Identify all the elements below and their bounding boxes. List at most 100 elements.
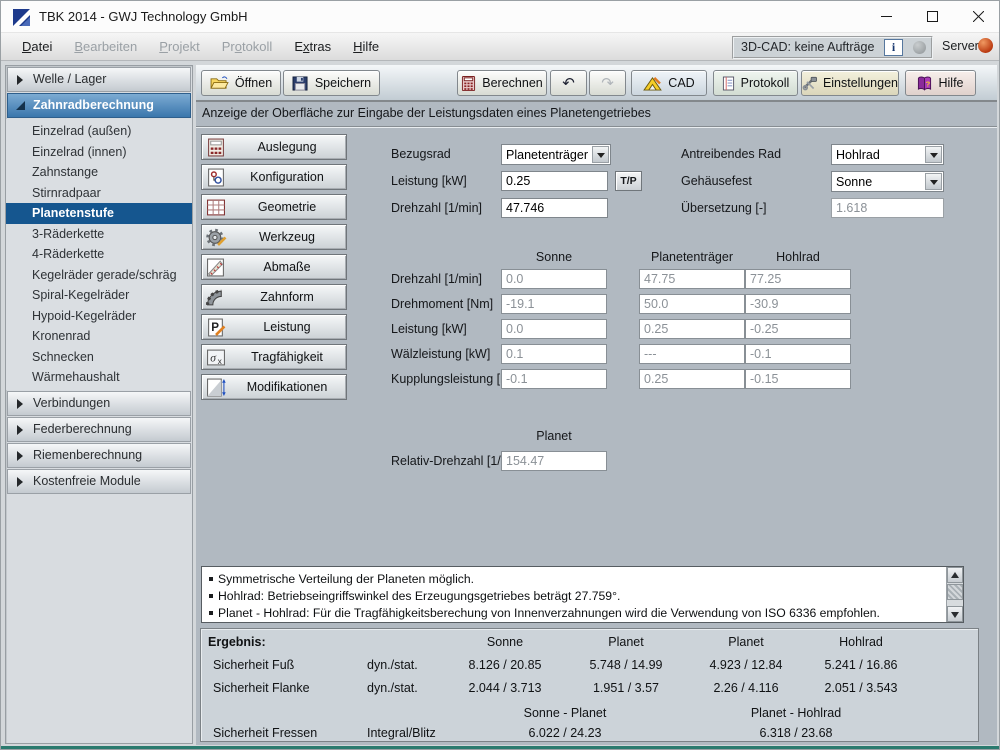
app-window: TBK 2014 - GWJ Technology GmbH Datei Bea… xyxy=(0,0,1000,750)
relativ-drehzahl-field: 154.47 xyxy=(501,451,607,471)
gehaeusefest-label: Gehäusefest xyxy=(681,174,752,188)
column-header-sonne: Sonne xyxy=(501,250,607,264)
menu-bearbeiten: Bearbeiten xyxy=(63,33,148,61)
menu-datei[interactable]: Datei xyxy=(11,33,63,61)
sidebar-group-federberechnung[interactable]: Federberechnung xyxy=(7,417,191,442)
fuss-hohlrad-value: 5.241 / 16.86 xyxy=(806,658,916,672)
results-header-planet-1: Planet xyxy=(571,635,681,649)
sidebar-item-hypoid-kegelraeder[interactable]: Hypoid-Kegelräder xyxy=(6,306,192,327)
sicherheit-fuss-method: dyn./stat. xyxy=(367,658,418,672)
menu-extras[interactable]: Extras xyxy=(283,33,342,61)
cad-button[interactable]: CAD xyxy=(631,70,707,96)
fressen-sonne-planet-value: 6.022 / 24.23 xyxy=(480,726,650,740)
save-floppy-icon xyxy=(292,76,309,91)
results-header-hohlrad: Hohlrad xyxy=(806,635,916,649)
drehmoment-sonne-field: -19.1 xyxy=(501,294,607,314)
calculate-button[interactable]: Berechnen xyxy=(457,70,547,96)
row-label-leistung: Leistung [kW] xyxy=(391,322,467,336)
nav-button-leistung[interactable]: P Leistung xyxy=(201,314,347,340)
sidebar-item-kegelraeder[interactable]: Kegelräder gerade/schräg xyxy=(6,265,192,286)
nav-button-zahnform[interactable]: Zahnform xyxy=(201,284,347,310)
calculator-icon xyxy=(461,76,476,91)
sicherheit-flanke-label: Sicherheit Flanke xyxy=(213,681,310,695)
scroll-down-button[interactable] xyxy=(947,606,963,622)
column-header-planetentraeger: Planetenträger xyxy=(639,250,745,264)
nav-button-werkzeug[interactable]: Werkzeug xyxy=(201,224,347,250)
sicherheit-fuss-label: Sicherheit Fuß xyxy=(213,658,294,672)
kupplungsleistung-sonne-field: -0.1 xyxy=(501,369,607,389)
results-header-sonne: Sonne xyxy=(450,635,560,649)
help-button[interactable]: ? Hilfe xyxy=(905,70,976,96)
sidebar-item-3-raederkette[interactable]: 3-Räderkette xyxy=(6,224,192,245)
chevron-right-icon xyxy=(17,399,23,409)
drehzahl-input[interactable] xyxy=(501,198,608,218)
flanke-hohlrad-value: 2.051 / 3.543 xyxy=(806,681,916,695)
row-label-waelzleistung: Wälzleistung [kW] xyxy=(391,347,490,361)
planet-header: Planet xyxy=(501,429,607,443)
nav-button-abmasse[interactable]: Abmaße xyxy=(201,254,347,280)
sidebar-item-einzelrad-innen[interactable]: Einzelrad (innen) xyxy=(6,142,192,163)
page-subtitle: Anzeige der Oberfläche zur Eingabe der L… xyxy=(196,102,997,127)
sidebar-item-zahnstange[interactable]: Zahnstange xyxy=(6,162,192,183)
antreibendes-rad-select[interactable]: Hohlrad xyxy=(831,144,944,165)
flanke-planet2-value: 2.26 / 4.116 xyxy=(691,681,801,695)
protocol-button[interactable]: Protokoll xyxy=(713,70,798,96)
leistung-planetentraeger-field: 0.25 xyxy=(639,319,745,339)
row-label-drehzahl: Drehzahl [1/min] xyxy=(391,272,482,286)
nav-button-geometrie[interactable]: Geometrie xyxy=(201,194,347,220)
sidebar-item-spiral-kegelraeder[interactable]: Spiral-Kegelräder xyxy=(6,285,192,306)
sidebar: Welle / Lager Zahnradberechnung Einzelra… xyxy=(5,65,193,744)
leistung-input[interactable] xyxy=(501,171,608,191)
tools-icon xyxy=(802,76,817,91)
calculator-icon xyxy=(205,138,227,157)
bullet-icon xyxy=(209,611,213,615)
open-button[interactable]: Öffnen xyxy=(201,70,281,96)
sidebar-item-kronenrad[interactable]: Kronenrad xyxy=(6,326,192,347)
nav-button-modifikationen[interactable]: Modifikationen xyxy=(201,374,347,400)
chevron-down-icon xyxy=(925,173,942,190)
minimize-button[interactable] xyxy=(863,1,909,32)
close-button[interactable] xyxy=(955,1,1000,32)
save-button[interactable]: Speichern xyxy=(283,70,380,96)
fuss-planet1-value: 5.748 / 14.99 xyxy=(571,658,681,672)
sidebar-item-schnecken[interactable]: Schnecken xyxy=(6,347,192,368)
sidebar-group-riemenberechnung[interactable]: Riemenberechnung xyxy=(7,443,191,468)
sidebar-group-zahnradberechnung[interactable]: Zahnradberechnung xyxy=(7,93,191,118)
p-pencil-icon: P xyxy=(205,318,227,337)
ruler-icon xyxy=(205,258,227,277)
chevron-down-icon xyxy=(592,146,609,163)
sidebar-group-welle-lager[interactable]: Welle / Lager xyxy=(7,67,191,92)
info-button[interactable]: i xyxy=(884,39,903,56)
sicherheit-fressen-method: Integral/Blitz xyxy=(367,726,436,740)
drehzahl-hohlrad-field: 77.25 xyxy=(745,269,851,289)
sidebar-item-planetenstufe[interactable]: Planetenstufe xyxy=(6,203,192,224)
scroll-up-button[interactable] xyxy=(947,567,963,583)
nav-button-tragfaehigkeit[interactable]: σx Tragfähigkeit xyxy=(201,344,347,370)
sidebar-item-stirnradpaar[interactable]: Stirnradpaar xyxy=(6,183,192,204)
drehzahl-label: Drehzahl [1/min] xyxy=(391,201,482,215)
grid-icon xyxy=(205,198,227,217)
nav-button-konfiguration[interactable]: Konfiguration xyxy=(201,164,347,190)
nav-button-auslegung[interactable]: Auslegung xyxy=(201,134,347,160)
sidebar-item-list: Einzelrad (außen) Einzelrad (innen) Zahn… xyxy=(6,119,192,390)
gehaeusefest-select[interactable]: Sonne xyxy=(831,171,944,192)
sidebar-group-kostenfreie-module[interactable]: Kostenfreie Module xyxy=(7,469,191,494)
gear-icon xyxy=(205,228,227,247)
bezugsrad-select[interactable]: Planetenträger xyxy=(501,144,611,165)
sidebar-item-einzelrad-aussen[interactable]: Einzelrad (außen) xyxy=(6,121,192,142)
sidebar-group-verbindungen[interactable]: Verbindungen xyxy=(7,391,191,416)
menu-hilfe[interactable]: Hilfe xyxy=(342,33,390,61)
antreibendes-rad-label: Antreibendes Rad xyxy=(681,147,781,161)
leistung-sonne-field: 0.0 xyxy=(501,319,607,339)
sidebar-item-waermehaushalt[interactable]: Wärmehaushalt xyxy=(6,367,192,388)
messages-scrollbar[interactable] xyxy=(946,567,963,622)
scroll-thumb[interactable] xyxy=(947,584,963,600)
maximize-button[interactable] xyxy=(909,1,955,32)
sidebar-item-4-raederkette[interactable]: 4-Räderkette xyxy=(6,244,192,265)
flanke-planet1-value: 1.951 / 3.57 xyxy=(571,681,681,695)
undo-button[interactable]: ↶ xyxy=(550,70,587,96)
tp-button[interactable]: T/P xyxy=(615,171,642,191)
settings-button[interactable]: Einstellungen xyxy=(801,70,899,96)
bezugsrad-label: Bezugsrad xyxy=(391,147,451,161)
messages-box: Symmetrische Verteilung der Planeten mög… xyxy=(201,566,964,623)
